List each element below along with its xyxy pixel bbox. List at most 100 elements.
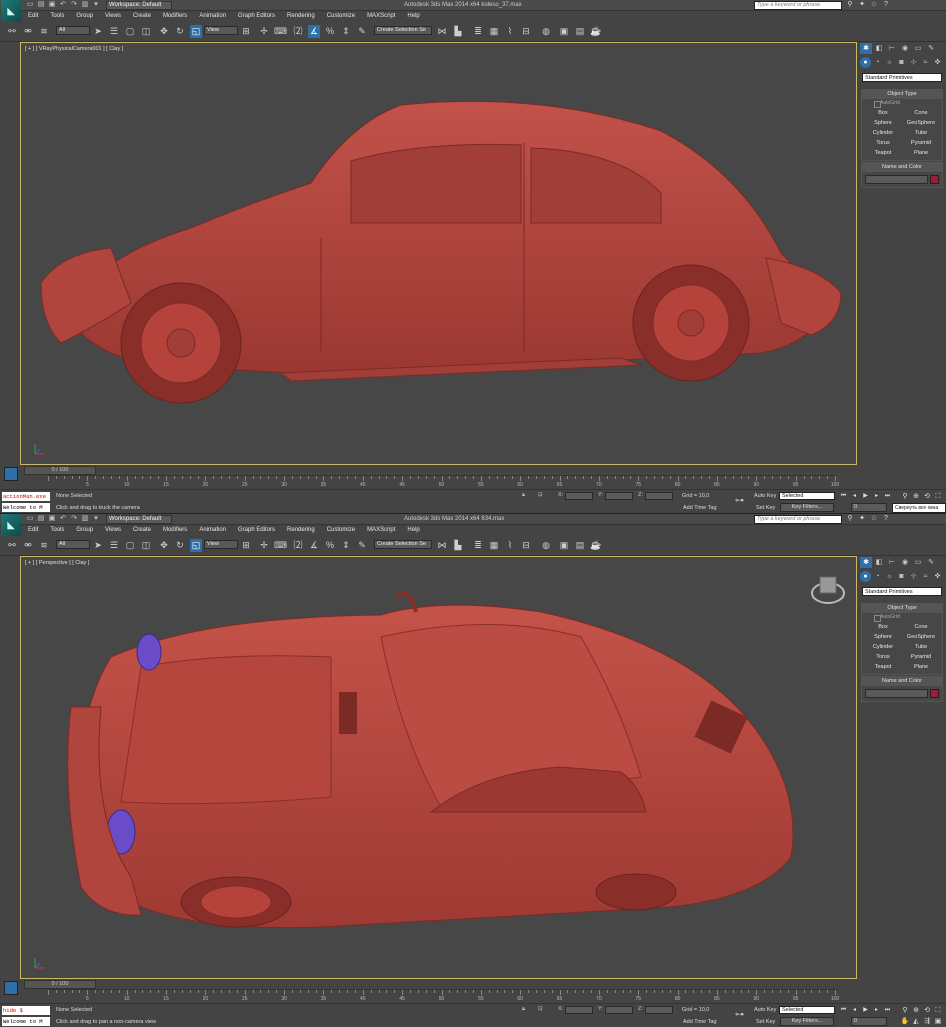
layer-manager-icon[interactable]: ≣ (472, 25, 484, 38)
plane-button[interactable]: Plane (904, 149, 938, 157)
keyboard-shortcut-icon[interactable]: ⌨ (274, 25, 287, 38)
schematic-view-icon[interactable]: ⊟ (520, 25, 532, 38)
auto-key-button[interactable]: Auto Key (754, 493, 776, 499)
named-selection-dropdown[interactable]: Create Selection Se (374, 26, 432, 35)
menu-graph-editors[interactable]: Graph Editors (232, 525, 281, 536)
menu-group[interactable]: Group (70, 11, 99, 22)
tube-button[interactable]: Tube (904, 129, 938, 137)
add-time-tag[interactable]: Add Time Tag (683, 505, 717, 511)
torus-button[interactable]: Torus (866, 653, 900, 661)
go-to-start-icon[interactable]: ⏮ (839, 1006, 848, 1014)
name-color-header[interactable]: Name and Color (862, 163, 942, 172)
schematic-view-icon[interactable]: ⊟ (520, 539, 532, 552)
pivot-center-icon[interactable]: ⊞ (240, 25, 252, 38)
graphite-toggle-icon[interactable]: ▦ (488, 539, 500, 552)
undo-icon[interactable]: ↶ (59, 515, 67, 523)
maxscript-input-line[interactable]: Welcome to M (2, 503, 50, 512)
menu-animation[interactable]: Animation (193, 11, 232, 22)
menu-animation[interactable]: Animation (193, 525, 232, 536)
redo-icon[interactable]: ↷ (70, 515, 78, 523)
redo-icon[interactable]: ↷ (70, 1, 78, 9)
track-bar[interactable]: 5 10 15 20 25 30 35 40 45 50 55 60 65 70 75 80 85 90 95 100 (48, 475, 839, 488)
pyramid-button[interactable]: Pyramid (904, 653, 938, 661)
selection-filter-dropdown[interactable]: All (56, 26, 90, 35)
viewcube-icon[interactable] (810, 571, 846, 607)
primitive-type-dropdown[interactable]: Standard Primitives (862, 73, 942, 82)
percent-snap-icon[interactable]: % (324, 25, 336, 38)
pyramid-button[interactable]: Pyramid (904, 139, 938, 147)
pivot-center-icon[interactable]: ⊞ (240, 539, 252, 552)
subscription-icon[interactable]: ✦ (858, 515, 866, 523)
set-key-button[interactable]: Set Key (756, 1019, 775, 1025)
box-button[interactable]: Box (866, 623, 900, 631)
maximize-viewport-icon[interactable]: ⛶ (933, 1006, 943, 1015)
orbit-icon[interactable]: ⟲ (922, 1006, 932, 1015)
menu-maxscript[interactable]: MAXScript (361, 525, 401, 536)
teapot-button[interactable]: Teapot (866, 663, 900, 671)
teapot-button[interactable]: Teapot (866, 149, 900, 157)
move-icon[interactable]: ✥ (158, 25, 170, 38)
z-coord-field[interactable] (645, 492, 673, 500)
selection-filter-dropdown[interactable]: All (56, 540, 90, 549)
orbit-icon[interactable]: ⟲ (922, 492, 932, 501)
display-tab-icon[interactable]: ▭ (912, 557, 924, 568)
x-coord-field[interactable] (565, 492, 593, 500)
time-slider[interactable]: 0 / 100 (24, 466, 96, 475)
shapes-icon[interactable]: ◔ (872, 57, 883, 68)
graphite-toggle-icon[interactable]: ▦ (488, 25, 500, 38)
next-frame-icon[interactable]: ▸ (872, 1006, 881, 1014)
hierarchy-tab-icon[interactable]: ⊢ (886, 557, 898, 568)
utilities-tab-icon[interactable]: ✎ (925, 557, 937, 568)
set-key-button[interactable]: Set Key (756, 505, 775, 511)
lock-icon[interactable]: 🔒︎ (522, 1006, 525, 1013)
pan-icon[interactable]: ✋ (900, 1017, 910, 1026)
box-button[interactable]: Box (866, 109, 900, 117)
display-tab-icon[interactable]: ▭ (912, 43, 924, 54)
help-icon[interactable]: ? (882, 515, 890, 523)
new-file-icon[interactable]: ▭ (26, 1, 34, 9)
cylinder-button[interactable]: Cylinder (866, 643, 900, 651)
menu-modifiers[interactable]: Modifiers (157, 525, 193, 536)
prev-frame-icon[interactable]: ◂ (850, 1006, 859, 1014)
open-file-icon[interactable]: ▤ (37, 515, 45, 523)
key-selection-dropdown[interactable]: Selected (779, 492, 835, 500)
menu-modifiers[interactable]: Modifiers (157, 11, 193, 22)
rotate-icon[interactable]: ↻ (174, 25, 186, 38)
search-input[interactable]: Type a keyword or phrase (754, 1, 842, 10)
bind-spacewarp-icon[interactable]: ≋ (38, 25, 50, 38)
edit-named-selection-icon[interactable]: ✎ (356, 539, 368, 552)
menu-rendering[interactable]: Rendering (281, 11, 321, 22)
primitive-type-dropdown[interactable]: Standard Primitives (862, 587, 942, 596)
align-icon[interactable]: ▙ (452, 25, 464, 38)
geosphere-button[interactable]: GeoSphere (904, 633, 938, 641)
geosphere-button[interactable]: GeoSphere (904, 119, 938, 127)
material-editor-icon[interactable]: ◍ (540, 25, 552, 38)
edit-named-selection-icon[interactable]: ✎ (356, 25, 368, 38)
systems-icon[interactable]: ✜ (932, 57, 943, 68)
menu-help[interactable]: Help (401, 11, 425, 22)
maxscript-listener-line[interactable]: actionMan.exe (2, 492, 50, 501)
link-icon[interactable]: ⚯ (6, 539, 18, 552)
search-input[interactable]: Type a keyword or phrase (754, 515, 842, 524)
create-tab-icon[interactable]: ✱ (860, 43, 872, 54)
utilities-tab-icon[interactable]: ✎ (925, 43, 937, 54)
geometry-icon[interactable]: ● (860, 57, 871, 68)
plane-button[interactable]: Plane (904, 663, 938, 671)
percent-snap-icon[interactable]: % (324, 539, 336, 552)
bind-spacewarp-icon[interactable]: ≋ (38, 539, 50, 552)
zoom-all-icon[interactable]: ⊕ (911, 492, 921, 501)
object-type-header[interactable]: Object Type (862, 604, 942, 613)
menu-edit[interactable]: Edit (22, 525, 44, 536)
dropdown-arrow-icon[interactable]: ▾ (92, 515, 100, 523)
select-object-icon[interactable]: ➤ (92, 25, 104, 38)
maxscript-input-line[interactable]: Welcome to M (2, 1017, 50, 1026)
perspective-viewport[interactable]: [ + ] [ Perspective ] [ Clay ] (20, 556, 857, 979)
snaps-toggle-icon[interactable]: ⑵ (292, 539, 304, 552)
project-folder-icon[interactable]: ▥ (81, 1, 89, 9)
key-filters-button[interactable]: Key Filters... (780, 503, 834, 512)
layer-manager-icon[interactable]: ≣ (472, 539, 484, 552)
cameras-icon[interactable]: ◙ (896, 571, 907, 582)
go-to-end-icon[interactable]: ⏭ (883, 492, 892, 500)
modify-tab-icon[interactable]: ◧ (873, 43, 885, 54)
object-color-swatch[interactable] (930, 175, 939, 184)
